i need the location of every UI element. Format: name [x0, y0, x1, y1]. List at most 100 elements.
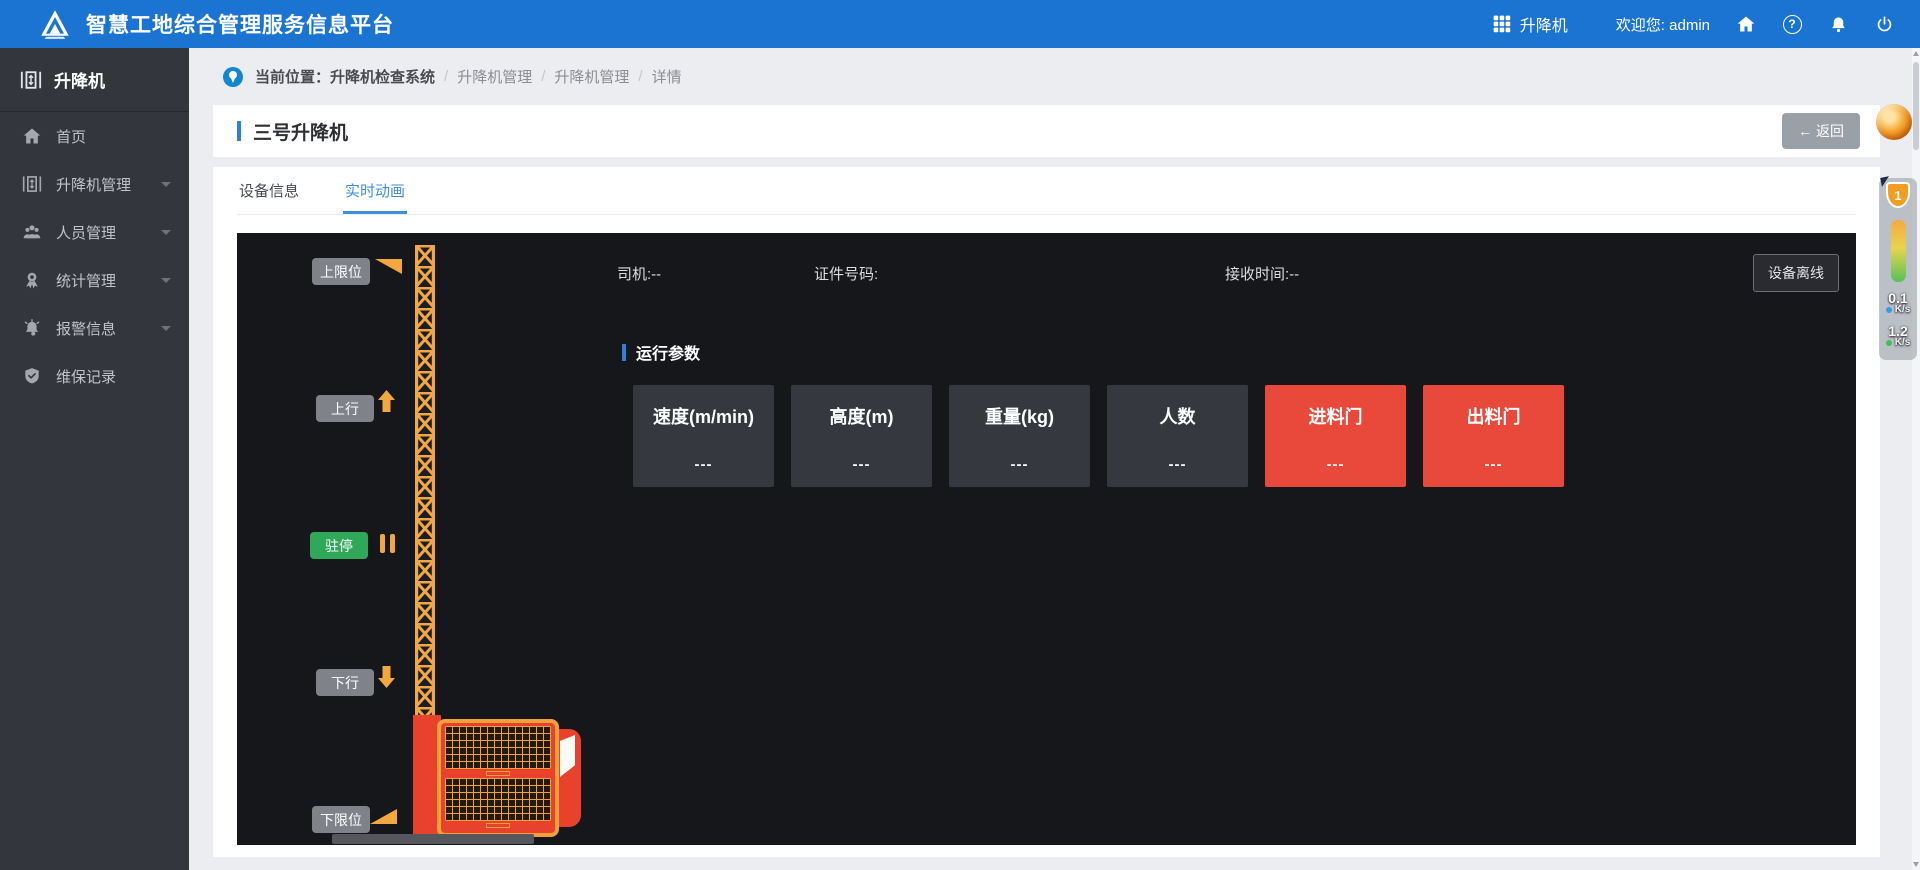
sidebar-item-personnel-management[interactable]: 人员管理 [0, 208, 189, 256]
section-title-run-params: 运行参数 [622, 340, 1839, 364]
param-value: --- [1423, 456, 1564, 473]
realtime-monitor-panel: 上限位 上行 驻停 下行 下限位 [237, 233, 1856, 845]
page-title: 三号升降机 [253, 118, 348, 145]
alarm-bell-icon [22, 318, 42, 338]
notifications-button[interactable] [1828, 14, 1848, 34]
param-value: --- [791, 456, 932, 473]
flag-icon [375, 259, 402, 274]
sidebar-header: 升降机 [0, 48, 189, 112]
sidebar-item-label: 首页 [56, 126, 86, 147]
assistant-swirl-icon[interactable] [1876, 104, 1912, 140]
breadcrumb: 当前位置： 升降机检查系统 / 升降机管理 / 升降机管理 / 详情 [213, 48, 1880, 105]
param-card-inlet-door: 进料门 --- [1265, 385, 1406, 487]
sidebar-item-statistics-management[interactable]: 统计管理 [0, 256, 189, 304]
logout-button[interactable] [1874, 14, 1894, 34]
username: admin [1669, 17, 1710, 34]
param-card-outlet-door: 出料门 --- [1423, 385, 1564, 487]
state-label-down: 下行 [316, 669, 374, 696]
welcome-text: 欢迎您: admin [1616, 14, 1710, 35]
sidebar-item-maintenance-records[interactable]: 维保记录 [0, 352, 189, 400]
cage-rail [445, 769, 551, 778]
param-card-height: 高度(m) --- [791, 385, 932, 487]
flag-icon [370, 809, 397, 824]
sidebar: 升降机 首页 升降机管理 人员管理 统计管理 [0, 48, 189, 870]
pause-icon [380, 534, 395, 553]
tab-realtime-animation[interactable]: 实时动画 [343, 167, 407, 214]
chevron-down-icon [161, 230, 171, 235]
platform-logo-icon [38, 7, 72, 41]
home-icon [1736, 14, 1756, 34]
param-card-weight: 重量(kg) --- [949, 385, 1090, 487]
sidebar-item-label: 维保记录 [56, 366, 116, 387]
breadcrumb-item[interactable]: 升降机管理 [554, 66, 629, 87]
help-icon: ? [1783, 15, 1802, 34]
speed-gradient-bar [1891, 220, 1906, 282]
help-button[interactable]: ? [1782, 14, 1802, 34]
download-speed: 0.1 K/s [1886, 291, 1911, 315]
upload-speed: 1.2 K/s [1886, 324, 1911, 348]
sidebar-item-alarm-info[interactable]: 报警信息 [0, 304, 189, 352]
sidebar-item-label: 升降机管理 [56, 174, 131, 195]
sidebar-item-lift-management[interactable]: 升降机管理 [0, 160, 189, 208]
parameter-cards: 速度(m/min) --- 高度(m) --- 重量(kg) --- 人数 --… [633, 385, 1839, 487]
sidebar-item-label: 人员管理 [56, 222, 116, 243]
arrow-up-icon [378, 390, 395, 412]
breadcrumb-root[interactable]: 升降机检查系统 [330, 66, 435, 87]
breadcrumb-item: 详情 [652, 66, 682, 87]
shield-icon [22, 366, 42, 386]
cage-body [437, 719, 559, 837]
back-button[interactable]: ← 返回 [1782, 113, 1860, 149]
topbar: 智慧工地综合管理服务信息平台 升降机 欢迎您: admin ? [0, 0, 1920, 48]
lift-icon [22, 174, 42, 194]
lift-icon [20, 69, 42, 91]
page-title-card: 三号升降机 ← 返回 [213, 105, 1880, 157]
cage-mesh-lower [445, 778, 551, 821]
param-value: --- [949, 456, 1090, 473]
state-label-upper-limit: 上限位 [312, 258, 370, 285]
home-icon [22, 126, 42, 146]
param-card-people-count: 人数 --- [1107, 385, 1248, 487]
param-value: --- [1265, 456, 1406, 473]
app-switcher[interactable]: 升降机 [1492, 12, 1568, 36]
sidebar-item-label: 统计管理 [56, 270, 116, 291]
breadcrumb-item[interactable]: 升降机管理 [457, 66, 532, 87]
driver-value: -- [651, 266, 661, 283]
elevator-animation: 上限位 上行 驻停 下行 下限位 [237, 233, 617, 845]
people-icon [22, 222, 42, 242]
power-icon [1875, 15, 1894, 34]
cage-rail [445, 821, 551, 830]
sidebar-item-home[interactable]: 首页 [0, 112, 189, 160]
download-dot-icon [1886, 307, 1892, 313]
shield-badge-icon[interactable]: 1 [1886, 182, 1910, 208]
state-label-parked: 驻停 [310, 532, 368, 559]
cage-mesh-upper [445, 726, 551, 769]
bell-icon [1829, 15, 1848, 34]
scroll-down-arrow-icon[interactable] [1913, 862, 1919, 867]
grid-apps-icon [1492, 14, 1512, 34]
elevator-base [332, 834, 534, 844]
driver-field: 司机:-- [617, 263, 814, 284]
location-pin-icon [223, 67, 243, 87]
page-scrollbar[interactable] [1912, 48, 1920, 870]
param-value: --- [1107, 456, 1248, 473]
elevator-cage [437, 719, 559, 837]
chevron-down-icon [161, 326, 171, 331]
chevron-down-icon [161, 182, 171, 187]
main-content: 当前位置： 升降机检查系统 / 升降机管理 / 升降机管理 / 详情 三号升降机… [189, 48, 1912, 870]
platform-title: 智慧工地综合管理服务信息平台 [86, 9, 394, 39]
tab-device-info[interactable]: 设备信息 [237, 167, 301, 214]
home-button[interactable] [1736, 14, 1756, 34]
state-label-up: 上行 [316, 395, 374, 422]
driver-info-row: 司机:-- 证件号码: 接收时间:-- 设备离线 [617, 233, 1839, 292]
title-accent-bar [237, 121, 241, 141]
receive-time-value: -- [1289, 266, 1299, 283]
certificate-field: 证件号码: [814, 263, 1225, 284]
param-card-speed: 速度(m/min) --- [633, 385, 774, 487]
sidebar-item-label: 报警信息 [56, 318, 116, 339]
network-speed-widget[interactable]: 1 0.1 K/s 1.2 K/s [1879, 178, 1917, 360]
device-status-badge: 设备离线 [1753, 254, 1839, 292]
scrollbar-thumb[interactable] [1913, 62, 1919, 150]
scroll-up-arrow-icon[interactable] [1913, 51, 1919, 56]
receive-time-field: 接收时间:-- [1225, 263, 1299, 284]
app-switcher-label: 升降机 [1520, 12, 1568, 36]
